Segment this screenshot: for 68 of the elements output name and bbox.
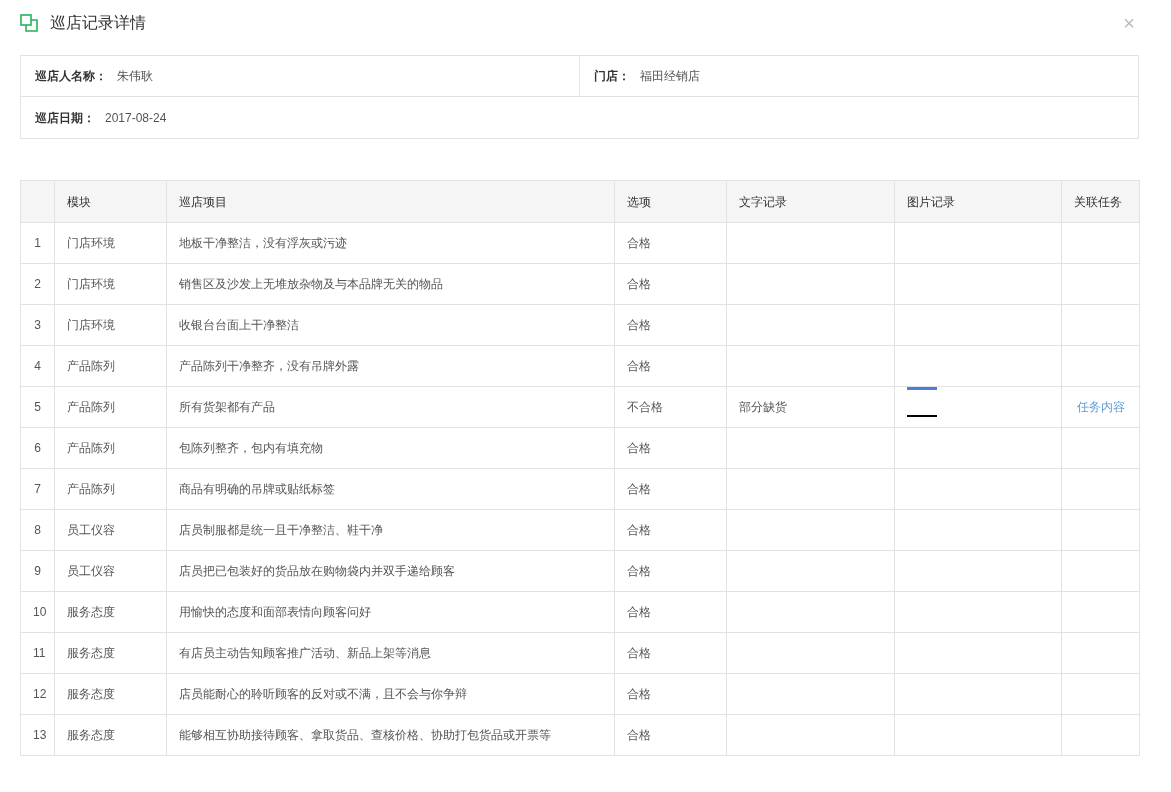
table-cell: 合格 bbox=[627, 564, 651, 578]
table-cell: 所有货架都有产品 bbox=[179, 400, 275, 414]
table-cell: 合格 bbox=[627, 318, 651, 332]
table-cell: 销售区及沙发上无堆放杂物及与本品牌无关的物品 bbox=[179, 277, 443, 291]
field-value: 朱伟耿 bbox=[117, 68, 153, 85]
table-cell: 有店员主动告知顾客推广活动、新品上架等消息 bbox=[179, 646, 431, 660]
column-header: 文字记录 bbox=[739, 194, 787, 209]
table-cell: 店员把已包装好的货品放在购物袋内并双手递给顾客 bbox=[179, 564, 455, 578]
field-label: 巡店人名称： bbox=[35, 68, 107, 85]
table-cell: 门店环境 bbox=[67, 277, 115, 291]
table-cell: 合格 bbox=[627, 482, 651, 496]
column-header: 模块 bbox=[67, 194, 91, 209]
table-cell: 服务态度 bbox=[67, 687, 115, 701]
dialog-title: 巡店记录详情 bbox=[50, 13, 146, 33]
table-cell: 12 bbox=[33, 687, 47, 701]
table-cell: 商品有明确的吊牌或贴纸标签 bbox=[179, 482, 335, 496]
table-cell: 收银台台面上干净整洁 bbox=[179, 318, 299, 332]
table-cell: 产品陈列 bbox=[67, 359, 115, 373]
table-cell: 11 bbox=[33, 646, 46, 660]
table-cell: 用愉快的态度和面部表情向顾客问好 bbox=[179, 605, 371, 619]
table-cell: 店员制服都是统一且干净整洁、鞋干净 bbox=[179, 523, 383, 537]
table-cell: 合格 bbox=[627, 359, 651, 373]
table-cell: 员工仪容 bbox=[67, 564, 115, 578]
table-cell: 店员能耐心的聆听顾客的反对或不满，且不会与你争辩 bbox=[179, 687, 467, 701]
table-cell: 2 bbox=[34, 277, 41, 291]
field-label: 门店： bbox=[594, 68, 630, 85]
table-cell: 4 bbox=[34, 359, 41, 373]
table-cell: 产品陈列干净整齐，没有吊牌外露 bbox=[179, 359, 359, 373]
table-cell: 门店环境 bbox=[67, 236, 115, 250]
table-cell: 合格 bbox=[627, 646, 651, 660]
field-value: 2017-08-24 bbox=[105, 109, 167, 127]
table-cell: 合格 bbox=[627, 523, 651, 537]
table-cell: 合格 bbox=[627, 441, 651, 455]
table-cell: 10 bbox=[33, 605, 47, 619]
field-value: 福田经销店 bbox=[640, 68, 700, 85]
table-cell: 5 bbox=[34, 400, 41, 414]
column-header: 选项 bbox=[627, 194, 651, 209]
table-cell: 合格 bbox=[627, 605, 651, 619]
table-cell: 员工仪容 bbox=[67, 523, 115, 537]
table-cell: 9 bbox=[34, 564, 41, 578]
copy-icon bbox=[20, 14, 38, 32]
table-cell: 合格 bbox=[627, 277, 651, 291]
table-cell: 8 bbox=[34, 523, 41, 537]
table-cell: 部分缺货 bbox=[739, 400, 787, 414]
table-cell: 服务态度 bbox=[67, 605, 115, 619]
table-cell: 能够相互协助接待顾客、拿取货品、查核价格、协助打包货品或开票等 bbox=[179, 728, 551, 742]
table-cell: 合格 bbox=[627, 687, 651, 701]
table-cell: 门店环境 bbox=[67, 318, 115, 332]
table-cell: 合格 bbox=[627, 728, 651, 742]
column-header: 巡店项目 bbox=[179, 194, 227, 209]
table-cell: 服务态度 bbox=[67, 646, 115, 660]
table-cell: 包陈列整齐，包内有填充物 bbox=[179, 441, 323, 455]
table-cell: 产品陈列 bbox=[67, 400, 115, 414]
column-header: 关联任务 bbox=[1074, 194, 1122, 209]
table-cell: 13 bbox=[33, 728, 47, 742]
table-cell: 产品陈列 bbox=[67, 482, 115, 496]
field-label: 巡店日期： bbox=[35, 109, 95, 127]
table-cell: 7 bbox=[34, 482, 41, 496]
table-cell: 不合格 bbox=[627, 400, 663, 414]
table-cell: 服务态度 bbox=[67, 728, 115, 742]
table-cell: 6 bbox=[34, 441, 41, 455]
table-cell: 地板干净整洁，没有浮灰或污迹 bbox=[179, 236, 347, 250]
column-header: 图片记录 bbox=[907, 194, 955, 209]
table-cell: 1 bbox=[34, 236, 41, 250]
close-button[interactable]: × bbox=[1123, 13, 1135, 33]
table-cell: 合格 bbox=[627, 236, 651, 250]
table-cell: 产品陈列 bbox=[67, 441, 115, 455]
table-cell: 3 bbox=[34, 318, 41, 332]
